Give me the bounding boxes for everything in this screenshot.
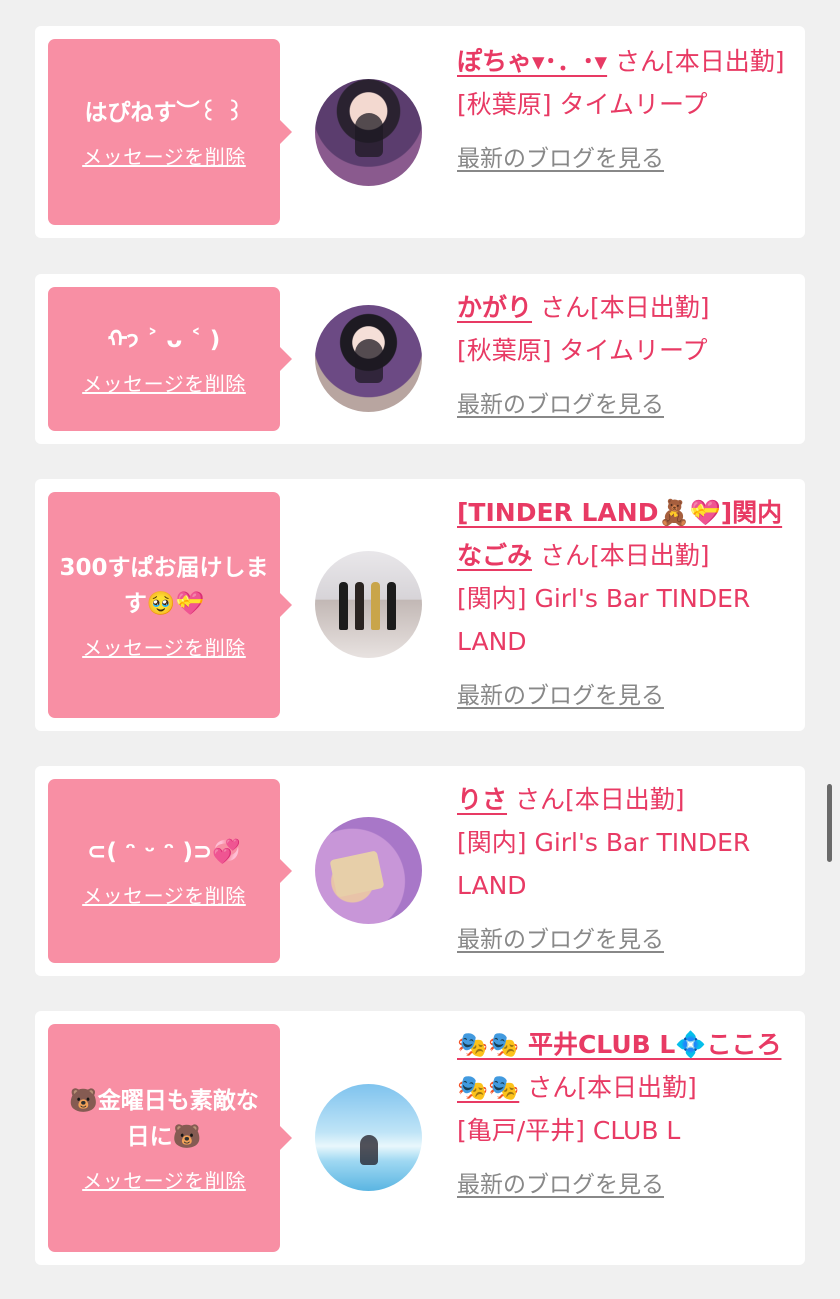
latest-blog-link[interactable]: 最新のブログを見る xyxy=(457,138,664,181)
message-text: はぴねす︶꒰ ꒱ xyxy=(84,99,244,126)
delete-message-link[interactable]: メッセージを削除 xyxy=(82,632,246,661)
attendance-status: さん[本日出勤] xyxy=(507,785,685,814)
message-card: 300すぱお届けします🥹💝 メッセージを削除 [TINDER LAND🧸💝]関内… xyxy=(35,479,805,731)
message-text: ᡣ𐭩 ˃ ᴗ ˂ ) xyxy=(107,326,221,353)
attendance-status: さん[本日出勤] xyxy=(532,541,710,570)
delete-message-link[interactable]: メッセージを削除 xyxy=(82,368,246,397)
message-text: 300すぱお届けします🥹💝 xyxy=(59,554,269,617)
latest-blog-link[interactable]: 最新のブログを見る xyxy=(457,1164,664,1207)
message-bubble: ᡣ𐭩 ˃ ᴗ ˂ ) メッセージを削除 xyxy=(48,287,292,431)
attendance-status: さん[本日出勤] xyxy=(607,47,785,76)
avatar-bottle xyxy=(387,582,396,630)
scrollbar[interactable] xyxy=(827,784,832,862)
cast-info: ぽちゃ▾･．･▾ さん[本日出勤] [秋葉原] タイムリープ 最新のブログを見る xyxy=(457,40,792,181)
delete-message-link[interactable]: メッセージを削除 xyxy=(82,1165,246,1194)
message-bubble: はぴねす︶꒰ ꒱ メッセージを削除 xyxy=(48,39,292,225)
message-bubble: 🐻金曜日も素敵な日に🐻 メッセージを削除 xyxy=(48,1024,292,1252)
cast-info: 🎭🎭 平井CLUB L💠こころ 🎭🎭 さん[本日出勤] [亀戸/平井] CLUB… xyxy=(457,1023,792,1207)
avatar[interactable] xyxy=(315,79,422,186)
latest-blog-link[interactable]: 最新のブログを見る xyxy=(457,919,664,962)
message-text: 🐻金曜日も素敵な日に🐻 xyxy=(69,1087,259,1150)
message-card: はぴねす︶꒰ ꒱ メッセージを削除 ぽちゃ▾･．･▾ さん[本日出勤] [秋葉原… xyxy=(35,26,805,238)
message-bubble: 300すぱお届けします🥹💝 メッセージを削除 xyxy=(48,492,292,718)
cast-info: かがり さん[本日出勤] [秋葉原] タイムリープ 最新のブログを見る xyxy=(457,286,792,427)
shop-name: [亀戸/平井] CLUB L xyxy=(457,1116,681,1145)
avatar[interactable] xyxy=(315,551,422,658)
cast-name-link[interactable]: りさ xyxy=(457,785,507,814)
message-text: ⊂( ᵔ ᵕ ᵔ )⊃💞 xyxy=(87,838,241,865)
avatar-bottle xyxy=(339,582,348,630)
avatar-figure xyxy=(354,113,383,158)
avatar-box xyxy=(329,850,385,898)
cast-name-link[interactable]: かがり xyxy=(457,293,532,322)
shop-name: [秋葉原] タイムリープ xyxy=(457,90,708,119)
cast-name-link[interactable]: ぽちゃ▾･．･▾ xyxy=(457,47,607,76)
shop-name: [関内] Girl's Bar TINDER LAND xyxy=(457,584,751,656)
cast-info: りさ さん[本日出勤] [関内] Girl's Bar TINDER LAND … xyxy=(457,778,792,962)
delete-message-link[interactable]: メッセージを削除 xyxy=(82,880,246,909)
avatar[interactable] xyxy=(315,817,422,924)
avatar-figure xyxy=(354,339,383,384)
message-list: はぴねす︶꒰ ꒱ メッセージを削除 ぽちゃ▾･．･▾ さん[本日出勤] [秋葉原… xyxy=(0,0,840,1299)
avatar[interactable] xyxy=(315,305,422,412)
message-card: ᡣ𐭩 ˃ ᴗ ˂ ) メッセージを削除 かがり さん[本日出勤] [秋葉原] タ… xyxy=(35,274,805,444)
avatar-bottle xyxy=(371,582,380,630)
avatar-bottle xyxy=(355,582,364,630)
latest-blog-link[interactable]: 最新のブログを見る xyxy=(457,675,664,718)
attendance-status: さん[本日出勤] xyxy=(519,1073,697,1102)
avatar-figure xyxy=(359,1135,378,1166)
shop-name: [秋葉原] タイムリープ xyxy=(457,336,708,365)
delete-message-link[interactable]: メッセージを削除 xyxy=(82,141,246,170)
attendance-status: さん[本日出勤] xyxy=(532,293,710,322)
message-card: ⊂( ᵔ ᵕ ᵔ )⊃💞 メッセージを削除 りさ さん[本日出勤] [関内] G… xyxy=(35,766,805,976)
message-bubble: ⊂( ᵔ ᵕ ᵔ )⊃💞 メッセージを削除 xyxy=(48,779,292,963)
cast-info: [TINDER LAND🧸💝]関内なごみ さん[本日出勤] [関内] Girl'… xyxy=(457,491,792,718)
message-card: 🐻金曜日も素敵な日に🐻 メッセージを削除 🎭🎭 平井CLUB L💠こころ 🎭🎭 … xyxy=(35,1011,805,1265)
avatar[interactable] xyxy=(315,1084,422,1191)
latest-blog-link[interactable]: 最新のブログを見る xyxy=(457,384,664,427)
shop-name: [関内] Girl's Bar TINDER LAND xyxy=(457,828,751,900)
